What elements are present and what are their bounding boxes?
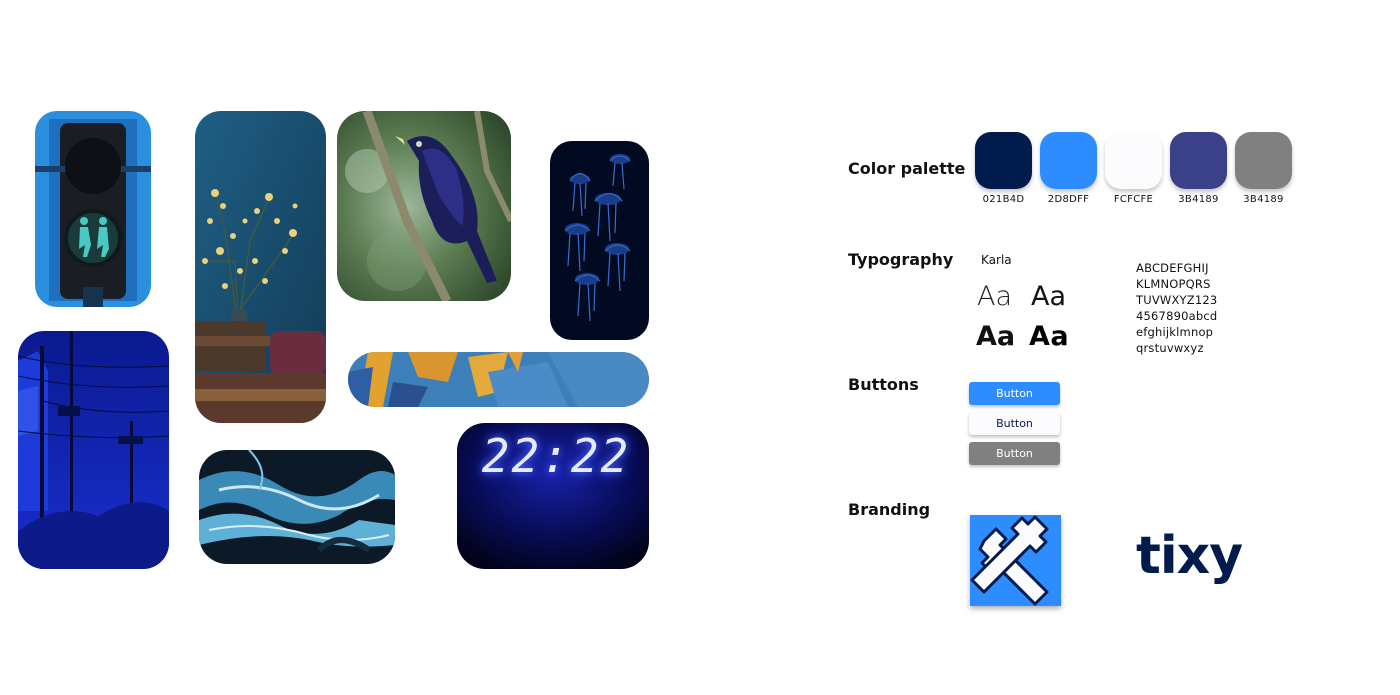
digital-clock-photo: 22:22 [457,423,649,569]
alphabet-line: KLMNOPQRS [1136,277,1211,291]
type-sample-light: Aa [977,281,1013,312]
swatch-label: 2D8DFF [1047,194,1090,205]
branding-title: Branding [848,500,931,519]
type-sample-regular: Aa [1031,281,1067,312]
bird-photo [337,111,511,301]
type-sample-extrabold: Aa [1029,321,1070,352]
typography-title: Typography [848,250,954,269]
primary-button[interactable]: Button [969,382,1060,405]
font-name: Karla [981,253,1012,267]
marbled-liquid-photo [199,450,395,564]
secondary-button[interactable]: Button [969,412,1060,435]
color-palette-title: Color palette [848,159,966,178]
alphabet-line: TUVWXYZ123 [1136,293,1218,307]
swatch-gray [1235,132,1292,189]
clock-readout: 22:22 [481,429,631,483]
alphabet-line: ABCDEFGHIJ [1136,261,1209,275]
alphabet-line: efghijklmnop [1136,325,1214,339]
disabled-button[interactable]: Button [969,442,1060,465]
swatch-blue [1040,132,1097,189]
buttons-title: Buttons [848,375,919,394]
alphabet-line: qrstuvwxyz [1136,341,1204,355]
swatch-label: FCFCFE [1113,194,1154,205]
painting-detail-photo [348,352,649,407]
swatch-white [1105,132,1162,189]
still-life-photo [195,111,326,423]
night-street-photo [18,331,169,569]
type-sample-bold: Aa [976,321,1016,352]
ticket-cross-icon [970,515,1049,606]
alphabet-line: 4567890abcd [1136,309,1218,323]
traffic-light-photo [35,111,151,307]
swatch-indigo [1170,132,1227,189]
tixy-logo-mark [970,515,1061,606]
swatch-label: 3B4189 [1243,194,1284,205]
swatch-label: 3B4189 [1178,194,1219,205]
tixy-wordmark: tixy [1136,526,1243,586]
jellyfish-photo [550,141,649,340]
swatch-navy [975,132,1032,189]
swatch-label: 021B4D [982,194,1025,205]
